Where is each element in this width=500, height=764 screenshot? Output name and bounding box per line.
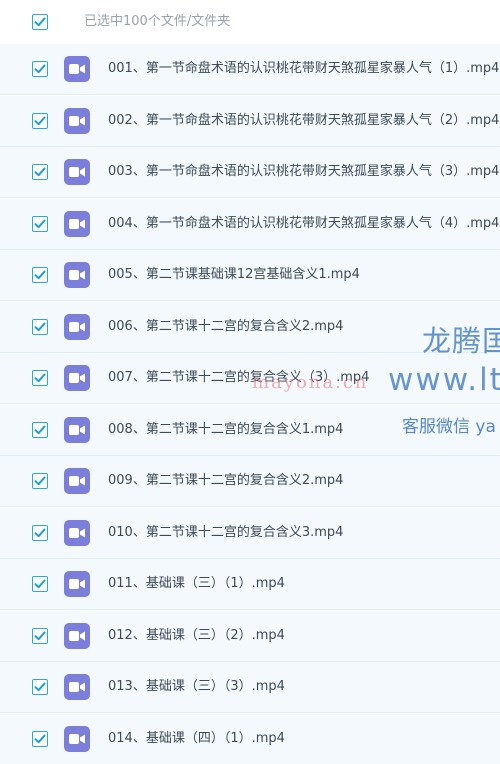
file-row[interactable]: 004、第一节命盘术语的认识桃花带财天煞孤星家暴人气（4）.mp4: [0, 199, 500, 250]
file-name[interactable]: 011、基础课（三）（1）.mp4: [108, 559, 285, 609]
video-file-icon: [64, 623, 90, 649]
file-checkbox[interactable]: [32, 422, 48, 438]
file-name[interactable]: 014、基础课（四）（1）.mp4: [108, 714, 285, 764]
file-list-page: 已选中100个文件/文件夹 001、第一节命盘术语的认识桃花带财天煞孤星家暴人气…: [0, 0, 500, 764]
file-row[interactable]: 013、基础课（三）（3）.mp4: [0, 662, 500, 713]
video-camera-icon: [69, 373, 85, 383]
video-file-icon: [64, 417, 90, 443]
file-name[interactable]: 006、第二节课十二宫的复合含义2.mp4: [108, 302, 343, 352]
video-file-icon: [64, 520, 90, 546]
video-camera-icon: [69, 167, 85, 177]
file-checkbox[interactable]: [32, 216, 48, 232]
file-checkbox[interactable]: [32, 319, 48, 335]
file-name[interactable]: 002、第一节命盘术语的认识桃花带财天煞孤星家暴人气（2）.mp4: [108, 96, 499, 146]
file-checkbox[interactable]: [32, 113, 48, 129]
video-file-icon: [64, 571, 90, 597]
video-camera-icon: [69, 579, 85, 589]
select-all-bar: 已选中100个文件/文件夹: [0, 0, 500, 45]
file-row[interactable]: 007、第二节课十二宫的复合含义（3）.mp4: [0, 353, 500, 404]
file-name[interactable]: 009、第二节课十二宫的复合含义2.mp4: [108, 456, 343, 506]
file-name[interactable]: 012、基础课（三）（2）.mp4: [108, 611, 285, 661]
checkmark-icon: [34, 425, 46, 435]
video-camera-icon: [69, 322, 85, 332]
video-file-icon: [64, 674, 90, 700]
checkmark-icon: [34, 17, 46, 27]
checkmark-icon: [34, 167, 46, 177]
video-file-icon: [64, 314, 90, 340]
video-camera-icon: [69, 64, 85, 74]
file-checkbox[interactable]: [32, 679, 48, 695]
checkmark-icon: [34, 373, 46, 383]
video-file-icon: [64, 365, 90, 391]
video-camera-icon: [69, 116, 85, 126]
file-name[interactable]: 010、第二节课十二宫的复合含义3.mp4: [108, 508, 343, 558]
video-file-icon: [64, 159, 90, 185]
video-file-icon: [64, 262, 90, 288]
video-camera-icon: [69, 476, 85, 486]
video-camera-icon: [69, 270, 85, 280]
video-camera-icon: [69, 528, 85, 538]
file-row[interactable]: 008、第二节课十二宫的复合含义1.mp4: [0, 405, 500, 456]
file-checkbox[interactable]: [32, 731, 48, 747]
checkmark-icon: [34, 734, 46, 744]
file-row[interactable]: 011、基础课（三）（1）.mp4: [0, 559, 500, 610]
checkmark-icon: [34, 528, 46, 538]
checkmark-icon: [34, 116, 46, 126]
file-name[interactable]: 007、第二节课十二宫的复合含义（3）.mp4: [108, 353, 369, 403]
video-file-icon: [64, 211, 90, 237]
file-row[interactable]: 012、基础课（三）（2）.mp4: [0, 611, 500, 662]
select-all-checkbox[interactable]: [32, 14, 48, 30]
file-row[interactable]: 001、第一节命盘术语的认识桃花带财天煞孤星家暴人气（1）.mp4: [0, 44, 500, 95]
checkmark-icon: [34, 682, 46, 692]
file-row[interactable]: 003、第一节命盘术语的认识桃花带财天煞孤星家暴人气（3）.mp4: [0, 147, 500, 198]
file-name[interactable]: 008、第二节课十二宫的复合含义1.mp4: [108, 405, 343, 455]
video-camera-icon: [69, 682, 85, 692]
file-row[interactable]: 014、基础课（四）（1）.mp4: [0, 714, 500, 764]
file-checkbox[interactable]: [32, 164, 48, 180]
video-file-icon: [64, 108, 90, 134]
video-camera-icon: [69, 631, 85, 641]
file-row[interactable]: 009、第二节课十二宫的复合含义2.mp4: [0, 456, 500, 507]
checkmark-icon: [34, 270, 46, 280]
file-name[interactable]: 003、第一节命盘术语的认识桃花带财天煞孤星家暴人气（3）.mp4: [108, 147, 499, 197]
checkmark-icon: [34, 579, 46, 589]
file-checkbox[interactable]: [32, 628, 48, 644]
file-name[interactable]: 005、第二节课基础课12宫基础含义1.mp4: [108, 250, 360, 300]
file-row[interactable]: 010、第二节课十二宫的复合含义3.mp4: [0, 508, 500, 559]
checkmark-icon: [34, 64, 46, 74]
file-name[interactable]: 013、基础课（三）（3）.mp4: [108, 662, 285, 712]
video-file-icon: [64, 726, 90, 752]
video-file-icon: [64, 56, 90, 82]
file-checkbox[interactable]: [32, 525, 48, 541]
file-name[interactable]: 001、第一节命盘术语的认识桃花带财天煞孤星家暴人气（1）.mp4: [108, 44, 499, 94]
video-file-icon: [64, 468, 90, 494]
file-checkbox[interactable]: [32, 61, 48, 77]
file-name[interactable]: 004、第一节命盘术语的认识桃花带财天煞孤星家暴人气（4）.mp4: [108, 199, 499, 249]
file-row[interactable]: 002、第一节命盘术语的认识桃花带财天煞孤星家暴人气（2）.mp4: [0, 96, 500, 147]
file-checkbox[interactable]: [32, 576, 48, 592]
file-checkbox[interactable]: [32, 370, 48, 386]
file-row[interactable]: 006、第二节课十二宫的复合含义2.mp4: [0, 302, 500, 353]
video-camera-icon: [69, 219, 85, 229]
checkmark-icon: [34, 476, 46, 486]
checkmark-icon: [34, 219, 46, 229]
file-checkbox[interactable]: [32, 267, 48, 283]
file-row[interactable]: 005、第二节课基础课12宫基础含义1.mp4: [0, 250, 500, 301]
video-camera-icon: [69, 425, 85, 435]
selection-summary: 已选中100个文件/文件夹: [84, 14, 231, 29]
video-camera-icon: [69, 734, 85, 744]
checkmark-icon: [34, 631, 46, 641]
file-checkbox[interactable]: [32, 473, 48, 489]
checkmark-icon: [34, 322, 46, 332]
